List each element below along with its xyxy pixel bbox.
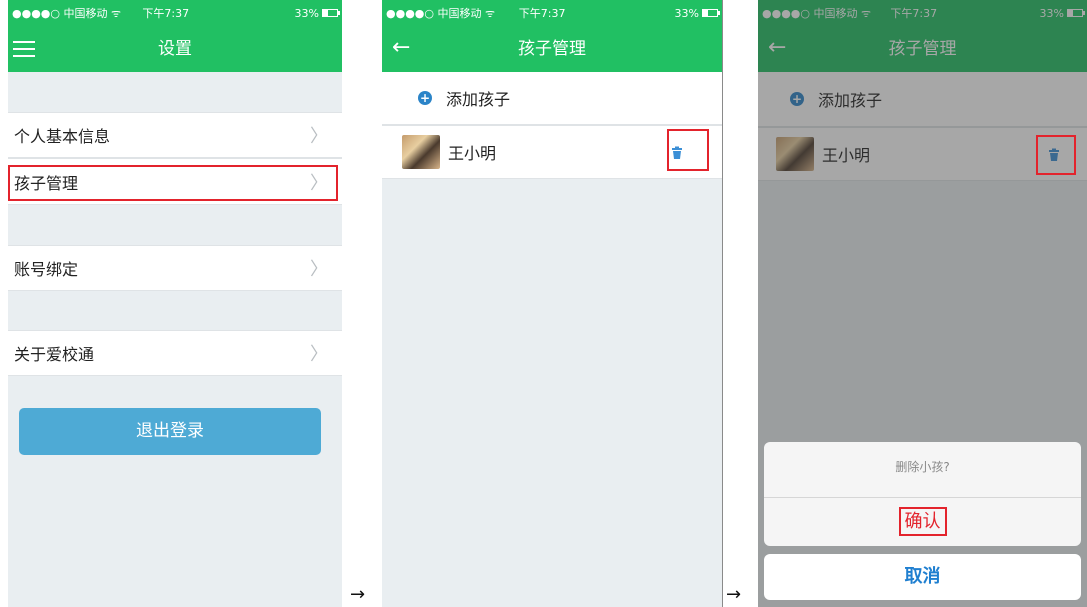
highlight-box — [8, 165, 338, 201]
delete-confirm-screen: ●●●●○ 中国移动 ᯤ 下午7:37 33% ← 孩子管理 + 添加孩子 王小明… — [758, 0, 1087, 607]
add-child-button[interactable]: + 添加孩子 — [382, 72, 722, 125]
clock: 下午7:37 — [518, 7, 566, 20]
cancel-button[interactable]: 取消 — [764, 554, 1081, 600]
battery-icon — [702, 9, 720, 17]
menu-item-profile[interactable]: 个人基本信息 〉 — [8, 112, 342, 158]
menu-item-account-binding[interactable]: 账号绑定 〉 — [8, 245, 342, 291]
add-child-label: 添加孩子 — [446, 90, 511, 109]
chevron-right-icon: 〉 — [310, 344, 328, 365]
highlight-box — [1036, 135, 1076, 175]
page-title: 孩子管理 — [518, 39, 586, 59]
confirm-button[interactable]: 确认 — [764, 498, 1081, 546]
plus-circle-icon: + — [418, 91, 432, 105]
chevron-right-icon: 〉 — [310, 259, 328, 280]
child-name: 王小明 — [448, 144, 497, 163]
menu-item-about[interactable]: 关于爱校通 〉 — [8, 330, 342, 376]
battery-percent: 33% — [294, 6, 319, 20]
menu-item-label: 账号绑定 — [14, 260, 79, 279]
dialog-message: 删除小孩? — [764, 442, 1081, 498]
child-management-screen: ●●●●○ 中国移动 ᯤ 下午7:37 33% ← 孩子管理 + 添加孩子 王小明 — [382, 0, 723, 607]
logout-button[interactable]: 退出登录 — [19, 408, 321, 455]
menu-item-label: 个人基本信息 — [14, 127, 111, 146]
flow-arrow: → — [350, 584, 366, 605]
child-avatar — [402, 135, 440, 169]
nav-bar: ← 孩子管理 — [382, 26, 722, 72]
tutorial-figure: ●●●●○ 中国移动 ᯤ 下午7:37 33% 设置 个人基本信息〉 孩子管理〉… — [0, 0, 1087, 607]
nav-bar: 设置 — [8, 26, 342, 72]
highlight-box — [667, 129, 709, 171]
menu-item-label: 关于爱校通 — [14, 345, 95, 364]
status-bar: ●●●●○ 中国移动 ᯤ 下午7:37 33% — [382, 0, 722, 26]
clock: 下午7:37 — [142, 7, 190, 20]
battery-percent: 33% — [674, 6, 699, 20]
settings-screen: ●●●●○ 中国移动 ᯤ 下午7:37 33% 设置 个人基本信息〉 孩子管理〉… — [8, 0, 342, 607]
page-title: 设置 — [158, 39, 192, 59]
carrier-label: ●●●●○ 中国移动 ᯤ — [386, 7, 496, 20]
confirm-label: 确认 — [898, 507, 947, 536]
status-bar: ●●●●○ 中国移动 ᯤ 下午7:37 33% — [8, 0, 342, 26]
flow-arrow: → — [726, 584, 742, 605]
battery-icon — [322, 9, 340, 17]
chevron-right-icon: 〉 — [310, 126, 328, 147]
carrier-label: ●●●●○ 中国移动 ᯤ — [12, 7, 122, 20]
action-sheet: 删除小孩? 确认 — [764, 442, 1081, 546]
